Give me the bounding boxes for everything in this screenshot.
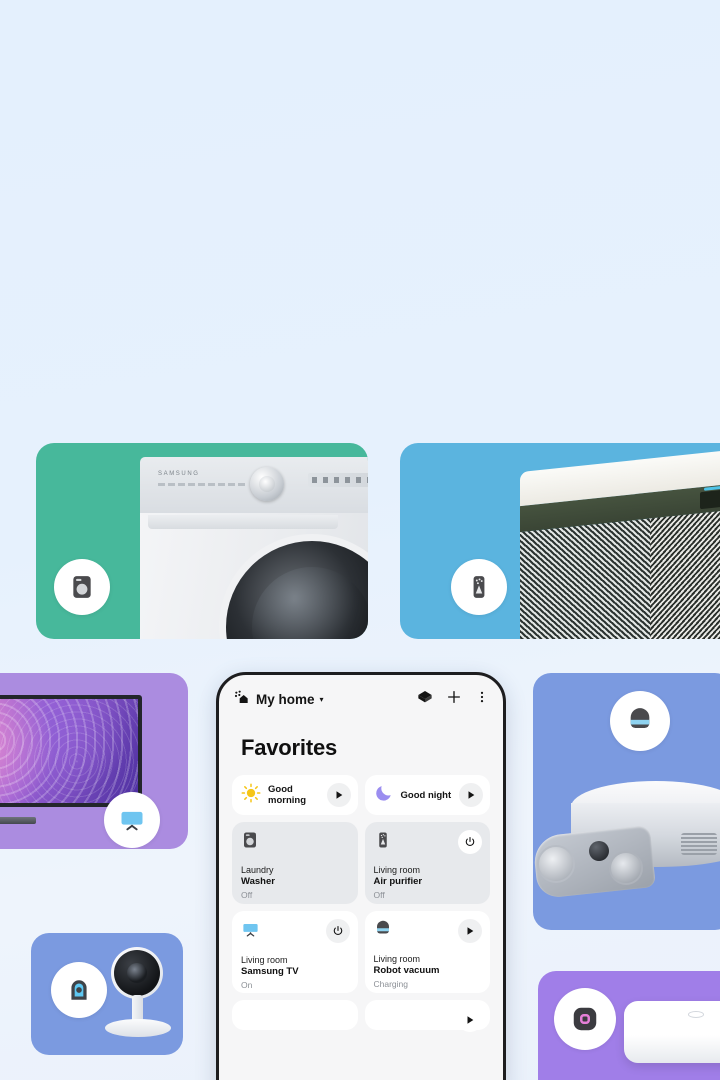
promo-tile-camera bbox=[31, 933, 183, 1055]
promo-tile-robot-vacuum bbox=[533, 673, 720, 930]
tv-photo bbox=[0, 695, 142, 807]
power-icon[interactable] bbox=[458, 830, 482, 854]
device-card-robot-vacuum[interactable]: Living room Robot vacuum Charging bbox=[364, 911, 490, 993]
washer-brand-text: SAMSUNG bbox=[158, 471, 200, 477]
device-state: Off bbox=[241, 890, 253, 900]
device-name: Air purifier bbox=[373, 876, 423, 887]
promo-tile-air-purifier: 12 bbox=[400, 443, 720, 639]
promo-tile-tv bbox=[0, 673, 188, 849]
play-icon[interactable] bbox=[459, 783, 483, 807]
play-icon[interactable] bbox=[458, 1008, 482, 1032]
scene-label: Good morning bbox=[268, 784, 306, 806]
camera-icon bbox=[51, 962, 107, 1018]
air-purifier-photo: 12 bbox=[520, 445, 720, 639]
device-name: Washer bbox=[241, 876, 275, 887]
robot-vacuum-icon bbox=[610, 691, 670, 751]
device-room: Living room bbox=[373, 954, 421, 964]
robot-vacuum-icon bbox=[374, 920, 392, 942]
promo-tile-washer: SAMSUNG bbox=[36, 443, 368, 639]
favorites-grid: Good morning Good night Laundry Washer O… bbox=[219, 761, 503, 1032]
page-title: Favorites bbox=[241, 735, 338, 760]
device-room: Living room bbox=[241, 955, 288, 965]
scene-card-good-night[interactable]: Good night bbox=[364, 775, 490, 815]
scene-card-good-morning[interactable]: Good morning bbox=[232, 775, 358, 815]
power-icon[interactable] bbox=[325, 919, 350, 943]
plus-icon[interactable] bbox=[446, 689, 462, 710]
device-room: Laundry bbox=[241, 865, 274, 875]
tv-icon bbox=[241, 923, 260, 943]
device-room: Living room bbox=[373, 865, 421, 875]
home-selector-label[interactable]: My home bbox=[256, 692, 315, 707]
app-header: My home ▾ bbox=[219, 675, 503, 709]
washer-photo: SAMSUNG bbox=[140, 457, 368, 639]
device-card-partial[interactable] bbox=[364, 1000, 490, 1032]
device-state: Charging bbox=[373, 979, 409, 989]
more-vertical-icon[interactable] bbox=[475, 689, 489, 710]
phone-mockup: My home ▾ Favorites Good morning Good ni… bbox=[216, 672, 506, 1080]
moon-icon bbox=[374, 783, 394, 808]
scene-label: Good night bbox=[400, 789, 452, 801]
air-purifier-icon bbox=[374, 832, 392, 853]
device-name: Robot vacuum bbox=[373, 965, 440, 976]
device-state: Off bbox=[373, 890, 385, 900]
smart-hub-icon bbox=[554, 988, 616, 1050]
device-card-washer[interactable]: Laundry Washer Off bbox=[232, 822, 358, 904]
chevron-down-icon[interactable]: ▾ bbox=[320, 695, 324, 704]
smart-home-icon bbox=[233, 689, 249, 710]
tv-icon bbox=[104, 792, 160, 848]
hub-photo bbox=[624, 1001, 720, 1063]
device-card-samsung-tv[interactable]: Living room Samsung TV On bbox=[232, 911, 358, 993]
promo-tile-smart-hub bbox=[538, 971, 720, 1080]
washer-icon bbox=[241, 832, 259, 853]
device-card-partial[interactable] bbox=[232, 1000, 358, 1030]
device-state: On bbox=[241, 980, 253, 990]
3d-map-icon[interactable] bbox=[417, 689, 433, 710]
device-name: Samsung TV bbox=[241, 966, 299, 977]
device-card-air-purifier[interactable]: Living room Air purifier Off bbox=[364, 822, 490, 904]
play-icon[interactable] bbox=[326, 783, 351, 807]
washing-machine-icon bbox=[54, 559, 110, 615]
sun-icon bbox=[241, 783, 261, 808]
air-purifier-icon bbox=[451, 559, 507, 615]
play-icon[interactable] bbox=[458, 919, 482, 943]
